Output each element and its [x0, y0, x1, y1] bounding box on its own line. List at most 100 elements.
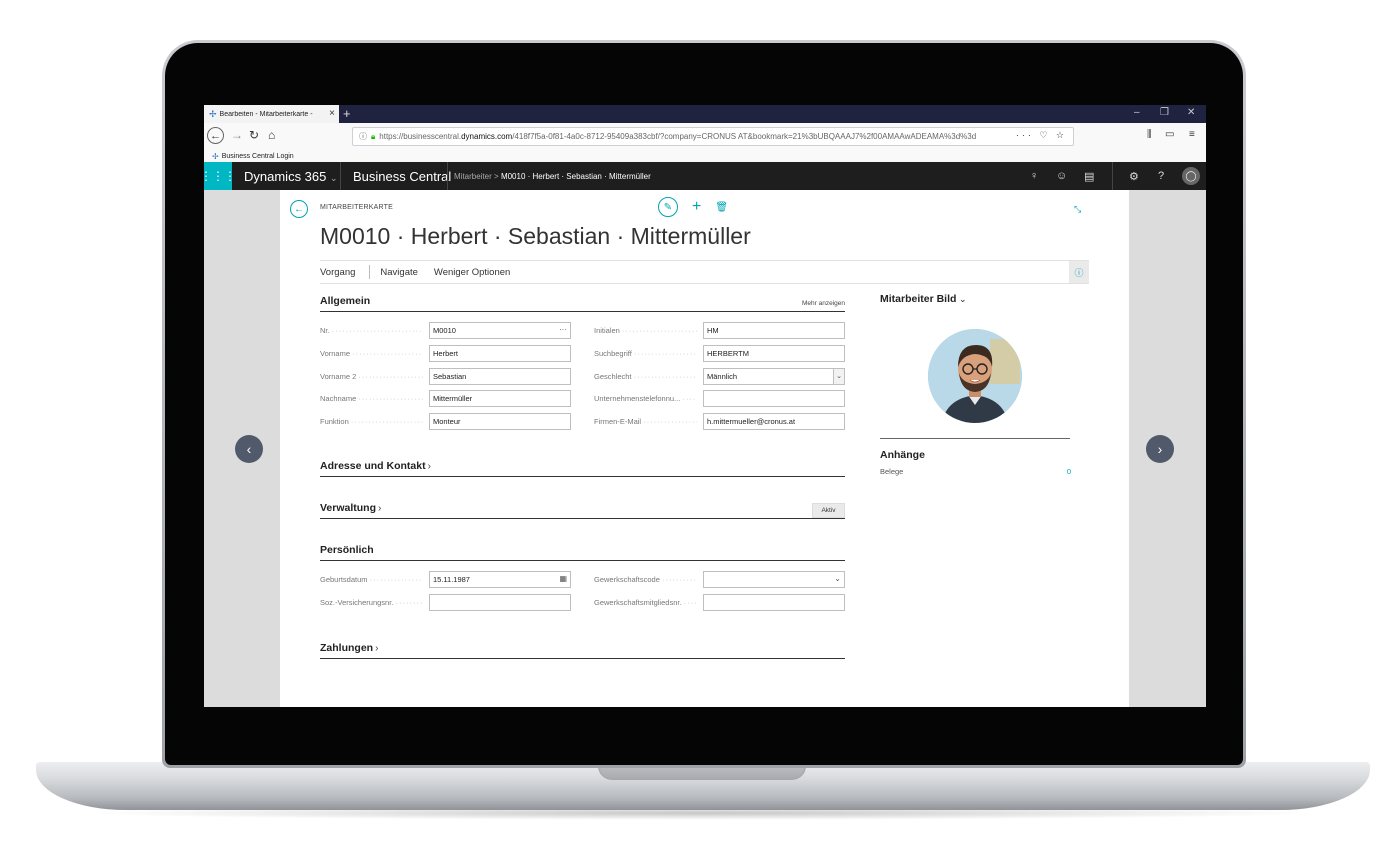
browser-tabbar: ✢ Bearbeiten - Mitarbeiterkarte - × + – …: [204, 105, 1206, 123]
fasttab-persoenlich[interactable]: Persönlich: [320, 544, 845, 561]
fasttab-zahlungen[interactable]: Zahlungen ›: [320, 642, 845, 659]
action-weniger-optionen[interactable]: Weniger Optionen: [434, 267, 518, 278]
card-caption: MITARBEITERKARTE: [320, 204, 393, 211]
calendar-icon[interactable]: ▦: [559, 574, 567, 583]
url-bar[interactable]: ⓘ 🔒︎ https://businesscentral.dynamics.co…: [352, 127, 1074, 146]
url-text: https://businesscentral.dynamics.com/418…: [379, 132, 977, 141]
field-input-soz-versicherungsnr[interactable]: [429, 593, 571, 611]
attachments-count[interactable]: 0: [1067, 467, 1071, 476]
reload-icon[interactable]: ↻: [249, 128, 259, 142]
field-input-vorname-2[interactable]: Sebastian: [429, 367, 571, 385]
field-value: Mittermüller: [433, 394, 473, 404]
new-tab-button[interactable]: +: [343, 106, 351, 121]
field-label: Vorname 2 ···························: [320, 372, 423, 381]
forward-icon[interactable]: →: [231, 128, 243, 142]
new-plus-icon[interactable]: +: [692, 199, 701, 215]
screen: ✢ Bearbeiten - Mitarbeiterkarte - × + – …: [204, 105, 1206, 707]
chevron-down-icon[interactable]: ⌄: [834, 574, 841, 583]
user-avatar-icon[interactable]: ◯: [1182, 167, 1200, 185]
field-label: Nachname ···························: [320, 394, 423, 403]
fasttab-verwaltung[interactable]: Verwaltung › Aktiv: [320, 502, 845, 519]
employee-card: ← MITARBEITERKARTE ✎ + 🗑︎ ⤡ M0010 · Herb…: [280, 190, 1129, 707]
label-dots: ···························: [369, 575, 423, 584]
field-input-geburtsdatum[interactable]: 15.11.1987 ▦: [429, 571, 571, 588]
field-input-vorname[interactable]: Herbert: [429, 344, 571, 362]
label-dots: ···························: [683, 597, 697, 607]
field-label: Nr. ···························: [320, 326, 423, 335]
delete-trash-icon[interactable]: 🗑︎: [715, 202, 728, 213]
fasttab-adresse[interactable]: Adresse und Kontakt ›: [320, 460, 845, 477]
field-input-initialen[interactable]: HM: [703, 322, 845, 339]
field-label: Suchbegriff ···························: [594, 349, 697, 358]
sidebar-icon[interactable]: ▭: [1165, 129, 1174, 140]
action-vorgang[interactable]: Vorgang: [320, 267, 363, 278]
field-label: Firmen-E-Mail ··························…: [594, 417, 697, 426]
chevron-right-icon: >: [494, 172, 501, 181]
gear-icon[interactable]: ⚙: [1129, 170, 1139, 183]
collapse-icon[interactable]: ⤡: [1074, 204, 1081, 215]
dynamics-365-menu[interactable]: Dynamics 365 ⌄: [244, 169, 338, 184]
minimize-icon[interactable]: –: [1134, 107, 1140, 118]
factbox-picture-title[interactable]: Mitarbeiter Bild ⌄: [880, 293, 966, 305]
action-navigate[interactable]: Navigate: [380, 267, 434, 278]
field-value: Sebastian: [433, 371, 467, 381]
back-arrow-icon[interactable]: ←: [290, 200, 308, 218]
page-actions[interactable]: ··· ♡ ☆: [1011, 130, 1067, 141]
field-input-nr[interactable]: M0010 ···: [429, 322, 571, 339]
dynamics-logo-icon: ✢: [209, 108, 217, 119]
breadcrumb: Mitarbeiter > M0010 · Herbert · Sebastia…: [454, 172, 651, 181]
show-more-link[interactable]: Mehr anzeigen: [802, 300, 845, 307]
browser-tab[interactable]: ✢ Bearbeiten - Mitarbeiterkarte - ×: [204, 105, 339, 123]
attachments-title: Anhänge: [880, 449, 925, 461]
attachments-row: Belege 0: [880, 467, 1071, 476]
divider: [447, 162, 448, 190]
field-input-funktion[interactable]: Monteur: [429, 413, 571, 431]
field-label: Geschlecht ···························: [594, 372, 697, 381]
label-dots: ···························: [352, 348, 423, 358]
field-input-gewerkschaftsmitgliedsnr[interactable]: [703, 593, 845, 611]
fasttab-title: Persönlich: [320, 544, 374, 556]
menu-icon[interactable]: ≡: [1189, 129, 1195, 140]
field-input-suchbegriff[interactable]: HERBERTM: [703, 344, 845, 362]
close-icon[interactable]: ×: [329, 108, 335, 119]
product-title[interactable]: Business Central: [353, 169, 451, 184]
edit-pencil-icon[interactable]: ✎: [658, 197, 678, 217]
lightbulb-icon[interactable]: ♀: [1030, 170, 1038, 182]
fasttab-title: Adresse und Kontakt: [320, 460, 426, 472]
chevron-down-icon[interactable]: ⌄: [833, 368, 844, 384]
bookmark-business-central-login[interactable]: Business Central Login: [222, 153, 294, 160]
help-icon[interactable]: ?: [1158, 170, 1164, 182]
field-label: Unternehmenstelefonnu... ···············…: [594, 394, 697, 403]
divider: [880, 438, 1070, 439]
chevron-down-icon: ⌄: [330, 173, 338, 183]
info-icon[interactable]: ⓘ: [359, 131, 367, 142]
app-launcher-icon[interactable]: ⋮⋮⋮: [204, 162, 236, 190]
chat-icon[interactable]: ▤: [1084, 170, 1094, 183]
window-close-icon[interactable]: ✕: [1187, 107, 1195, 118]
action-bar: Vorgang Navigate Weniger Optionen ⓘ: [320, 260, 1089, 284]
smiley-icon[interactable]: ☺: [1056, 170, 1067, 182]
fasttab-title: Verwaltung: [320, 502, 377, 514]
previous-record-icon[interactable]: ‹: [235, 435, 263, 463]
fasttab-allgemein[interactable]: Allgemein Mehr anzeigen: [320, 295, 845, 312]
field-input-nachname[interactable]: Mittermüller: [429, 390, 571, 408]
library-icon[interactable]: ⫼: [1147, 129, 1152, 140]
employee-photo[interactable]: [928, 329, 1022, 423]
next-record-icon[interactable]: ›: [1146, 435, 1174, 463]
home-icon[interactable]: ⌂: [268, 128, 275, 142]
page-title: M0010 · Herbert · Sebastian · Mittermüll…: [320, 223, 751, 249]
label-dots: ···························: [661, 575, 697, 584]
field-input-unternehmenstelefonnu[interactable]: [703, 390, 845, 408]
fasttab-title: Allgemein: [320, 295, 371, 307]
back-icon[interactable]: ←: [207, 127, 224, 144]
field-input-geschlecht[interactable]: Männlich ⌄: [703, 367, 845, 385]
restore-icon[interactable]: ❐: [1160, 107, 1169, 118]
info-icon[interactable]: ⓘ: [1069, 261, 1089, 283]
field-input-gewerkschaftscode[interactable]: ⌄: [703, 571, 845, 588]
label-dots: ···························: [331, 326, 423, 335]
field-value: HERBERTM: [707, 348, 749, 358]
field-input-firmen-e-mail[interactable]: h.mittermueller@cronus.at: [703, 413, 845, 431]
browser-navbar: ← → ↻ ⌂ ⓘ 🔒︎ https://businesscentral.dyn…: [204, 123, 1206, 150]
breadcrumb-parent[interactable]: Mitarbeiter: [454, 172, 492, 181]
ellipsis-icon[interactable]: ···: [559, 325, 567, 334]
